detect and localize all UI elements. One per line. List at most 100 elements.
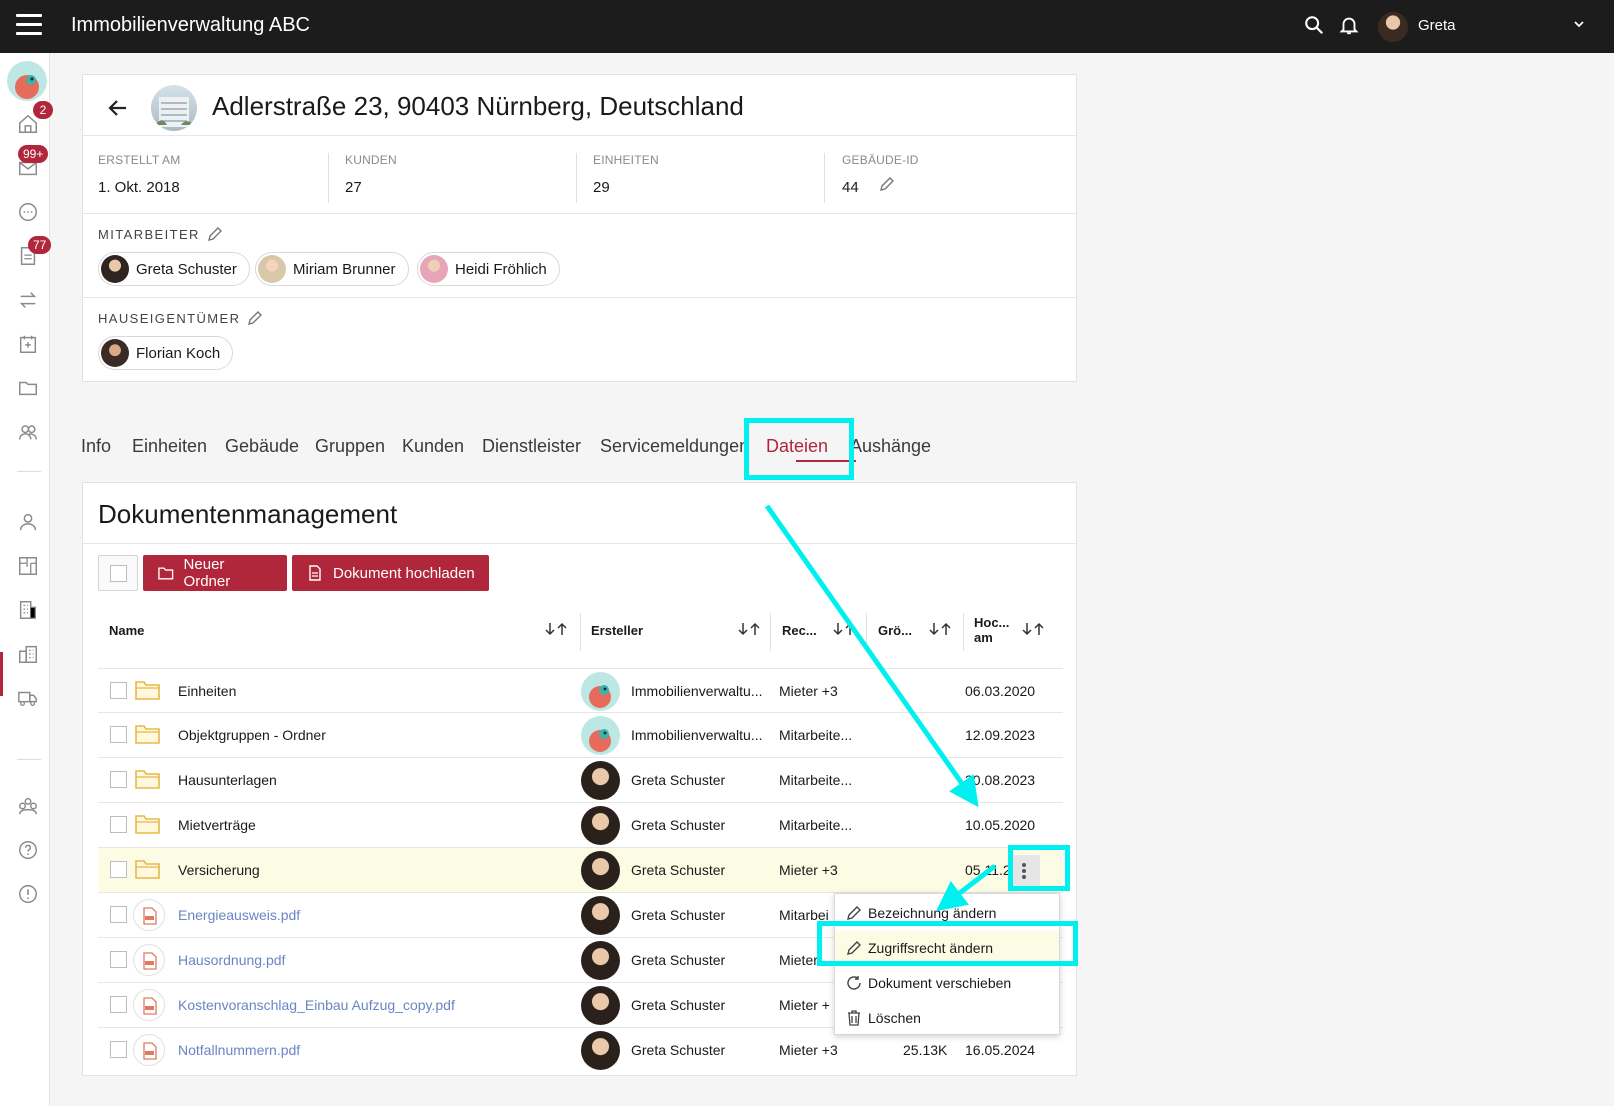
row-checkbox[interactable] bbox=[110, 816, 127, 833]
app-logo[interactable] bbox=[7, 61, 47, 101]
sort-icon[interactable] bbox=[1020, 621, 1046, 637]
creator-name: Immobilienverwaltu... bbox=[631, 727, 763, 743]
people-icon[interactable] bbox=[17, 421, 41, 445]
sort-icon[interactable] bbox=[831, 621, 857, 637]
sidebar: 2 99+ 77 bbox=[0, 53, 53, 1106]
access-rights: Mieter bbox=[779, 952, 818, 968]
info-alert-icon[interactable] bbox=[17, 883, 41, 907]
pdf-icon bbox=[133, 899, 165, 931]
table-row-selected[interactable]: Versicherung Greta Schuster Mieter +3 05… bbox=[98, 847, 1063, 892]
column-header-creator[interactable]: Ersteller bbox=[591, 623, 643, 638]
row-checkbox[interactable] bbox=[110, 996, 127, 1013]
tab-notices[interactable]: Aushänge bbox=[850, 436, 931, 457]
folder-icon bbox=[135, 725, 160, 744]
stat-value: 1. Okt. 2018 bbox=[98, 179, 180, 196]
column-header-rights[interactable]: Rec... bbox=[782, 623, 817, 638]
tab-service-providers[interactable]: Dienstleister bbox=[482, 436, 581, 457]
owner-chip[interactable]: Florian Koch bbox=[98, 336, 234, 370]
building-icon[interactable] bbox=[17, 599, 41, 623]
menu-item-delete[interactable]: Löschen bbox=[835, 1001, 1059, 1035]
tab-units[interactable]: Einheiten bbox=[132, 436, 207, 457]
upload-label: Dokument hochladen bbox=[333, 564, 475, 582]
file-name[interactable]: Hausunterlagen bbox=[178, 772, 277, 788]
file-name[interactable]: Objektgruppen - Ordner bbox=[178, 727, 326, 743]
creator-name: Greta Schuster bbox=[631, 862, 726, 878]
sort-icon[interactable] bbox=[927, 621, 953, 637]
table-row[interactable]: Objektgruppen - Ordner Immobilienverwalt… bbox=[98, 712, 1063, 757]
sort-icon[interactable] bbox=[736, 621, 762, 637]
user-avatar[interactable] bbox=[1378, 12, 1408, 42]
truck-icon[interactable] bbox=[17, 687, 41, 711]
new-folder-button[interactable]: Neuer Ordner bbox=[143, 555, 287, 591]
back-arrow-icon[interactable] bbox=[105, 95, 131, 121]
file-name[interactable]: Energieausweis.pdf bbox=[178, 907, 300, 923]
annotation-highlight-tab bbox=[744, 418, 854, 480]
folder-icon[interactable] bbox=[17, 377, 41, 401]
employee-chip[interactable]: Miriam Brunner bbox=[255, 252, 409, 286]
row-checkbox[interactable] bbox=[110, 861, 127, 878]
file-name[interactable]: Einheiten bbox=[178, 683, 236, 699]
user-name[interactable]: Greta bbox=[1418, 17, 1456, 34]
employee-chip[interactable]: Heidi Fröhlich bbox=[417, 252, 560, 286]
folder-icon bbox=[135, 770, 160, 789]
creator-avatar bbox=[581, 761, 620, 800]
edit-owners-icon[interactable] bbox=[246, 309, 264, 327]
stat-label: KUNDEN bbox=[345, 153, 397, 167]
column-divider bbox=[580, 613, 581, 651]
section-title: Dokumentenmanagement bbox=[98, 499, 398, 529]
sort-icon[interactable] bbox=[543, 621, 569, 637]
row-checkbox[interactable] bbox=[110, 951, 127, 968]
column-header-uploaded[interactable]: Hoc... am bbox=[974, 615, 1009, 645]
file-name[interactable]: Versicherung bbox=[178, 862, 260, 878]
person-icon[interactable] bbox=[17, 511, 41, 535]
access-rights: Mieter +3 bbox=[779, 1042, 838, 1058]
transfer-icon[interactable] bbox=[17, 289, 41, 313]
row-checkbox[interactable] bbox=[110, 771, 127, 788]
divider bbox=[83, 135, 1076, 136]
stat-customers: KUNDEN 27 bbox=[345, 153, 397, 213]
edit-building-id-icon[interactable] bbox=[878, 175, 896, 193]
column-header-name[interactable]: Name bbox=[109, 623, 144, 638]
tab-building[interactable]: Gebäude bbox=[225, 436, 299, 457]
tab-info[interactable]: Info bbox=[81, 436, 111, 457]
file-name[interactable]: Kostenvoranschlag_Einbau Aufzug_copy.pdf bbox=[178, 997, 455, 1013]
row-checkbox[interactable] bbox=[110, 726, 127, 743]
tab-customers[interactable]: Kunden bbox=[402, 436, 464, 457]
community-icon[interactable] bbox=[17, 795, 41, 819]
table-row[interactable]: Hausunterlagen Greta Schuster Mitarbeite… bbox=[98, 757, 1063, 802]
row-checkbox[interactable] bbox=[110, 906, 127, 923]
tab-groups[interactable]: Gruppen bbox=[315, 436, 385, 457]
chevron-down-icon[interactable] bbox=[1572, 17, 1586, 31]
employee-chip[interactable]: Greta Schuster bbox=[98, 252, 250, 286]
table-row[interactable]: Einheiten Immobilienverwaltu... Mieter +… bbox=[98, 668, 1063, 713]
stat-label: ERSTELLT AM bbox=[98, 153, 181, 167]
menu-item-move[interactable]: Dokument verschieben bbox=[835, 966, 1059, 1000]
table-row[interactable]: Mietverträge Greta Schuster Mitarbeite..… bbox=[98, 802, 1063, 847]
creator-avatar bbox=[581, 672, 620, 711]
file-name[interactable]: Notfallnummern.pdf bbox=[178, 1042, 300, 1058]
bell-icon[interactable] bbox=[1338, 14, 1362, 38]
help-icon[interactable] bbox=[17, 839, 41, 863]
file-name[interactable]: Hausordnung.pdf bbox=[178, 952, 285, 968]
chat-icon[interactable] bbox=[17, 201, 41, 225]
creator-name: Greta Schuster bbox=[631, 907, 726, 923]
file-name[interactable]: Mietverträge bbox=[178, 817, 256, 833]
folder-icon bbox=[135, 815, 160, 834]
row-checkbox[interactable] bbox=[110, 682, 127, 699]
menu-icon[interactable] bbox=[16, 14, 42, 36]
buildings-icon[interactable] bbox=[17, 643, 41, 667]
upload-document-button[interactable]: Dokument hochladen bbox=[292, 555, 489, 591]
calendar-icon[interactable] bbox=[17, 333, 41, 357]
row-checkbox[interactable] bbox=[110, 1041, 127, 1058]
edit-employees-icon[interactable] bbox=[206, 225, 224, 243]
select-all-checkbox[interactable] bbox=[98, 555, 138, 591]
tab-service-reports[interactable]: Servicemeldungen bbox=[600, 436, 749, 457]
search-icon[interactable] bbox=[1303, 14, 1327, 38]
column-header-size[interactable]: Grö... bbox=[878, 623, 912, 638]
page-title: Adlerstraße 23, 90403 Nürnberg, Deutschl… bbox=[212, 91, 744, 121]
floorplan-icon[interactable] bbox=[17, 555, 41, 579]
column-divider bbox=[770, 613, 771, 651]
pdf-icon bbox=[133, 944, 165, 976]
access-rights: Mitarbeite... bbox=[779, 727, 853, 743]
creator-avatar bbox=[581, 806, 620, 845]
